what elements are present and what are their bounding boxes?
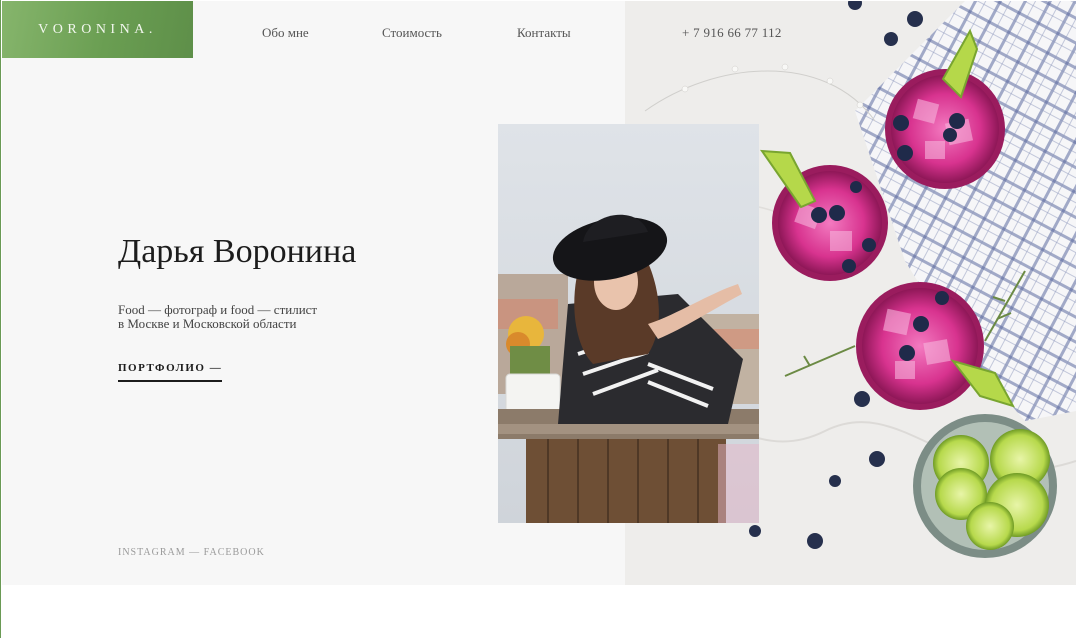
instagram-link[interactable]: INSTAGRAM xyxy=(118,547,186,558)
hero-description: Food — фотограф и food — стилист в Москв… xyxy=(118,303,317,331)
page-frame: VORONINA. Обо мне Стоимость Контакты + 7… xyxy=(0,0,1076,638)
portrait-photo xyxy=(498,124,759,523)
description-line-2: в Москве и Московской области xyxy=(118,316,297,331)
hero-section: VORONINA. Обо мне Стоимость Контакты + 7… xyxy=(2,1,1076,585)
facebook-link[interactable]: FACEBOOK xyxy=(204,547,265,558)
social-links: INSTAGRAM — FACEBOOK xyxy=(118,547,265,558)
nav-item-contacts[interactable]: Контакты xyxy=(517,25,571,41)
page-title: Дарья Воронина xyxy=(118,233,357,270)
description-line-1: Food — фотограф и food — стилист xyxy=(118,302,318,317)
social-separator: — xyxy=(185,547,204,558)
nav-item-about[interactable]: Обо мне xyxy=(262,25,309,41)
logo-text: VORONINA. xyxy=(38,21,157,37)
logo[interactable]: VORONINA. xyxy=(2,1,193,58)
portfolio-link[interactable]: ПОРТФОЛИО — xyxy=(118,362,223,382)
nav-item-pricing[interactable]: Стоимость xyxy=(382,25,442,41)
phone-number[interactable]: + 7 916 66 77 112 xyxy=(682,25,782,41)
